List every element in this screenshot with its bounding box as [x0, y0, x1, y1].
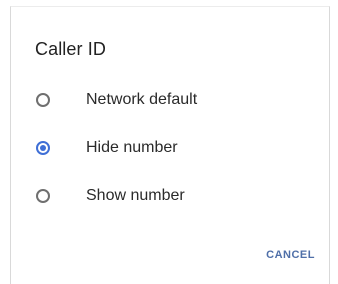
- option-label-show-number: Show number: [86, 187, 185, 204]
- option-label-network-default: Network default: [86, 91, 198, 108]
- cancel-button[interactable]: CANCEL: [264, 245, 317, 265]
- radio-selected-dot: [40, 145, 46, 151]
- option-show-number[interactable]: Show number: [11, 176, 329, 220]
- radio-network-default[interactable]: [36, 93, 50, 107]
- caller-id-dialog: Caller ID Network default Hide number Sh…: [10, 6, 330, 284]
- option-hide-number[interactable]: Hide number: [11, 128, 329, 172]
- radio-show-number[interactable]: [36, 189, 50, 203]
- radio-hide-number[interactable]: [36, 141, 50, 155]
- dialog-title: Caller ID: [35, 39, 106, 59]
- option-label-hide-number: Hide number: [86, 139, 178, 156]
- option-network-default[interactable]: Network default: [11, 80, 329, 124]
